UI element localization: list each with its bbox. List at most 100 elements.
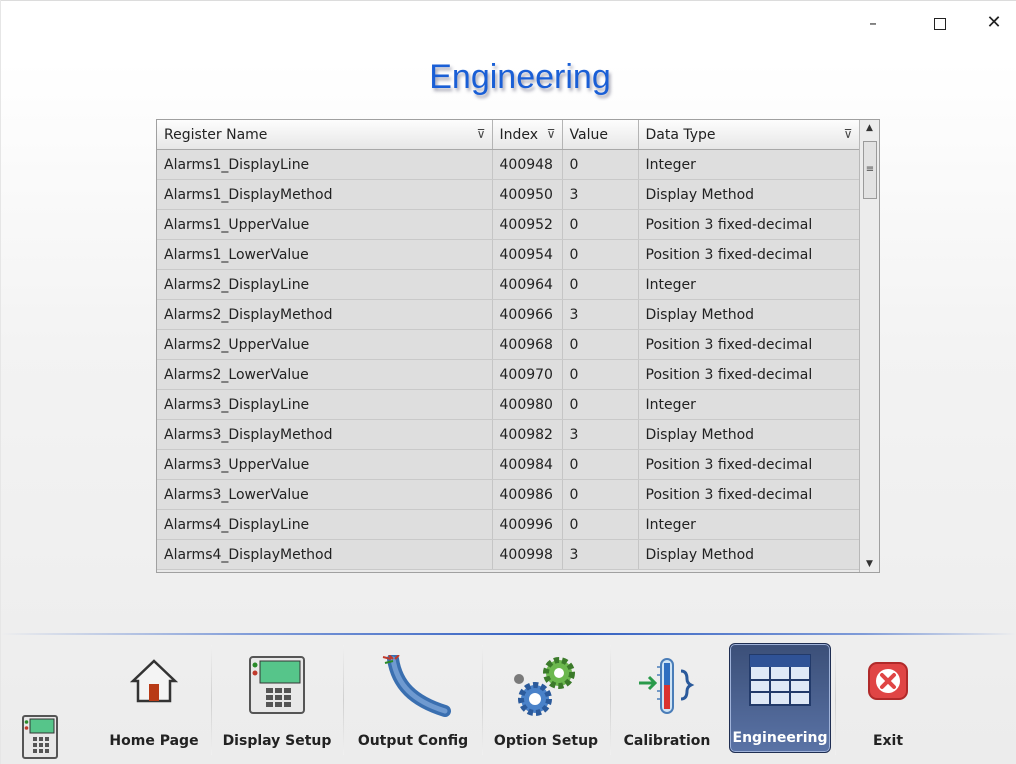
cell-index: 400996	[492, 509, 563, 540]
cell-index: 400954	[492, 239, 563, 270]
minimize-button[interactable]: –	[858, 12, 888, 34]
cell-value: 0	[562, 509, 639, 540]
nav-label: Engineering	[732, 730, 828, 746]
cell-register-name: Alarms2_DisplayLine	[157, 269, 493, 300]
nav-label: Display Setup	[222, 733, 332, 749]
close-window-button[interactable]: ✕	[979, 12, 1009, 34]
cell-data-type: Display Method	[638, 179, 860, 210]
table-row[interactable]: Alarms1_LowerValue 400954 0 Position 3 fixe…	[157, 239, 860, 270]
cell-index: 400986	[492, 479, 563, 510]
cell-value: 0	[562, 479, 639, 510]
cell-data-type: Position 3 fixed-decimal	[638, 359, 860, 390]
app-device-icon	[22, 715, 58, 759]
table-row[interactable]: Alarms3_UpperValue 400984 0 Position 3 fixe…	[157, 449, 860, 480]
page-title: Engineering	[429, 58, 611, 96]
filter-icon[interactable]: ⊽	[477, 127, 486, 141]
table-row[interactable]: Alarms2_UpperValue 400968 0 Position 3 fixe…	[157, 329, 860, 360]
window-left-border	[0, 0, 1, 764]
nav-label: Option Setup	[493, 733, 599, 749]
table-row[interactable]: Alarms3_LowerValue 400986 0 Position 3 fixe…	[157, 479, 860, 510]
filter-icon[interactable]: ⊽	[844, 127, 853, 141]
table-row[interactable]: Alarms3_DisplayLine 400980 0 Integer	[157, 389, 860, 420]
cable-icon	[373, 653, 453, 721]
cell-value: 0	[562, 269, 639, 300]
table-row[interactable]: Alarms3_DisplayMethod 400982 3 Display Meth…	[157, 419, 860, 450]
cell-index: 400982	[492, 419, 563, 450]
cell-index: 400966	[492, 299, 563, 330]
column-header-index[interactable]: Index ⊽	[492, 120, 563, 150]
table-row[interactable]: Alarms1_DisplayMethod 400950 3 Display Meth…	[157, 179, 860, 210]
nav-calibration-button[interactable]: Calibration	[615, 645, 719, 755]
column-label: Register Name	[164, 126, 268, 143]
nav-option-setup-button[interactable]: Option Setup	[487, 645, 605, 755]
cell-index: 400998	[492, 539, 563, 570]
column-header-data-type[interactable]: Data Type ⊽	[638, 120, 860, 150]
cell-register-name: Alarms3_DisplayLine	[157, 389, 493, 420]
cell-value: 0	[562, 209, 639, 240]
nav-exit-button[interactable]: Exit	[838, 645, 938, 755]
table-row[interactable]: Alarms4_DisplayMethod 400998 3 Display Meth…	[157, 539, 860, 570]
table-row[interactable]: Alarms2_DisplayLine 400964 0 Integer	[157, 269, 860, 300]
register-table: Register Name ⊽ Index ⊽ Value Data Type ⊽ A…	[157, 120, 860, 570]
cell-value: 0	[562, 239, 639, 270]
gears-icon	[511, 655, 581, 725]
cell-value: 0	[562, 149, 639, 180]
nav-output-config-button[interactable]: Output Config	[348, 645, 478, 755]
scroll-up-icon[interactable]: ▲	[860, 120, 879, 136]
cell-data-type: Integer	[638, 389, 860, 420]
table-row[interactable]: Alarms2_DisplayMethod 400966 3 Display Meth…	[157, 299, 860, 330]
cell-index: 400980	[492, 389, 563, 420]
nav-home-button[interactable]: Home Page	[103, 645, 205, 755]
cell-data-type: Position 3 fixed-decimal	[638, 479, 860, 510]
nav-divider	[211, 645, 212, 755]
table-row[interactable]: Alarms1_UpperValue 400952 0 Position 3 fixe…	[157, 209, 860, 240]
filter-icon[interactable]: ⊽	[547, 127, 556, 141]
cell-value: 0	[562, 389, 639, 420]
cell-register-name: Alarms3_UpperValue	[157, 449, 493, 480]
cell-value: 0	[562, 329, 639, 360]
cell-register-name: Alarms1_UpperValue	[157, 209, 493, 240]
cell-value: 3	[562, 539, 639, 570]
cell-register-name: Alarms1_DisplayLine	[157, 149, 493, 180]
column-label: Index	[499, 126, 539, 143]
nav-divider	[343, 645, 344, 755]
table-row[interactable]: Alarms2_LowerValue 400970 0 Position 3 fixe…	[157, 359, 860, 390]
cell-data-type: Integer	[638, 269, 860, 300]
column-header-value[interactable]: Value	[562, 120, 639, 150]
table-icon	[749, 654, 811, 710]
column-header-register-name[interactable]: Register Name ⊽	[157, 120, 493, 150]
cell-data-type: Display Method	[638, 539, 860, 570]
cell-data-type: Position 3 fixed-decimal	[638, 329, 860, 360]
table-row[interactable]: Alarms1_DisplayLine 400948 0 Integer	[157, 149, 860, 180]
cell-register-name: Alarms4_DisplayLine	[157, 509, 493, 540]
cell-register-name: Alarms3_LowerValue	[157, 479, 493, 510]
nav-label: Calibration	[623, 733, 711, 749]
cell-data-type: Position 3 fixed-decimal	[638, 239, 860, 270]
table-row[interactable]: Alarms4_DisplayLine 400996 0 Integer	[157, 509, 860, 540]
nav-label: Exit	[872, 733, 904, 749]
scrollbar-thumb[interactable]: ≡	[863, 141, 877, 199]
vertical-scrollbar[interactable]: ▲ ≡ ▼	[859, 120, 879, 572]
nav-divider	[482, 645, 483, 755]
scroll-down-icon[interactable]: ▼	[860, 556, 879, 572]
cell-index: 400968	[492, 329, 563, 360]
cell-index: 400984	[492, 449, 563, 480]
nav-label: Output Config	[357, 733, 469, 749]
table-header-row: Register Name ⊽ Index ⊽ Value Data Type ⊽	[157, 120, 860, 150]
cell-register-name: Alarms3_DisplayMethod	[157, 419, 493, 450]
cell-data-type: Integer	[638, 149, 860, 180]
nav-separator	[0, 633, 1016, 635]
nav-display-setup-button[interactable]: Display Setup	[216, 645, 338, 755]
cell-register-name: Alarms1_LowerValue	[157, 239, 493, 270]
window-top-border	[0, 0, 1016, 1]
cell-value: 3	[562, 179, 639, 210]
nav-engineering-button[interactable]: Engineering	[729, 643, 831, 753]
column-label: Value	[569, 126, 608, 143]
table-body: Alarms1_DisplayLine 400948 0 Integer Alarms1…	[157, 149, 860, 570]
cell-value: 0	[562, 449, 639, 480]
cell-value: 0	[562, 359, 639, 390]
maximize-button[interactable]	[925, 12, 955, 34]
register-grid[interactable]: Register Name ⊽ Index ⊽ Value Data Type ⊽ A…	[156, 119, 880, 573]
thermometer-icon	[635, 655, 699, 723]
cell-data-type: Display Method	[638, 299, 860, 330]
